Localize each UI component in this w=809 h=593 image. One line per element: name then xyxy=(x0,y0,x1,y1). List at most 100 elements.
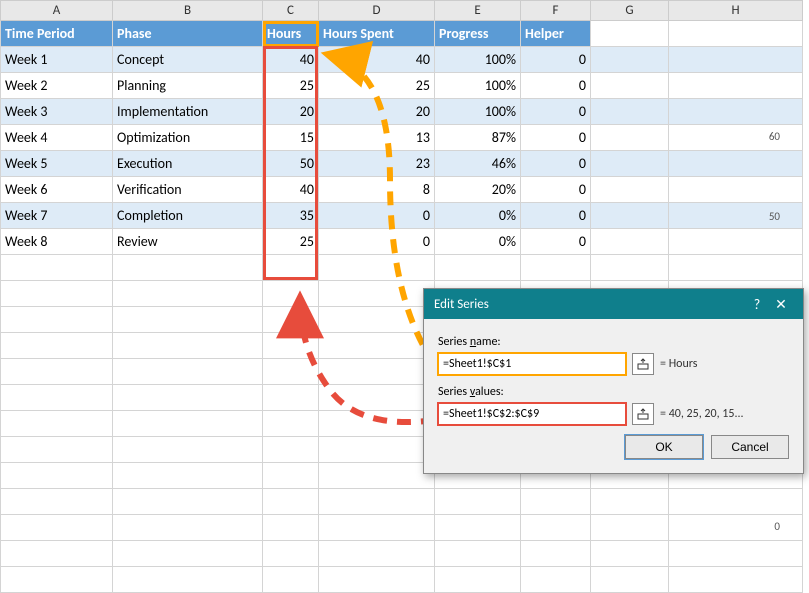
cell[interactable]: 20 xyxy=(263,99,319,125)
colhead-F[interactable]: F xyxy=(521,1,591,21)
hdr-helper[interactable]: Helper xyxy=(521,21,591,47)
cell[interactable]: Week 1 xyxy=(1,47,113,73)
cell[interactable]: Optimization xyxy=(113,125,263,151)
cell[interactable] xyxy=(591,203,669,229)
cell[interactable] xyxy=(319,515,435,541)
series-values-input[interactable] xyxy=(438,403,626,425)
cell[interactable]: 0 xyxy=(521,73,591,99)
cell[interactable] xyxy=(1,489,113,515)
hdr-progress[interactable]: Progress xyxy=(435,21,521,47)
cell[interactable]: 15 xyxy=(263,125,319,151)
cell[interactable]: Week 7 xyxy=(1,203,113,229)
cell[interactable] xyxy=(1,333,113,359)
range-picker-button[interactable] xyxy=(632,403,654,425)
cell[interactable] xyxy=(319,333,435,359)
cell[interactable] xyxy=(263,515,319,541)
cell[interactable] xyxy=(591,177,669,203)
cell[interactable] xyxy=(1,281,113,307)
cell[interactable]: 40 xyxy=(319,47,435,73)
range-picker-button[interactable] xyxy=(632,353,654,375)
cell[interactable] xyxy=(263,333,319,359)
cell[interactable]: Concept xyxy=(113,47,263,73)
cell[interactable] xyxy=(1,463,113,489)
cell-H1[interactable] xyxy=(669,21,803,47)
cell[interactable] xyxy=(263,359,319,385)
cell[interactable]: 40 xyxy=(263,177,319,203)
hdr-time-period[interactable]: Time Period xyxy=(1,21,113,47)
cell[interactable] xyxy=(113,281,263,307)
cell[interactable] xyxy=(1,567,113,593)
cell[interactable] xyxy=(113,359,263,385)
cell[interactable]: Execution xyxy=(113,151,263,177)
cell[interactable] xyxy=(591,73,669,99)
cell[interactable] xyxy=(319,489,435,515)
cell[interactable] xyxy=(1,385,113,411)
cell[interactable]: Review xyxy=(113,229,263,255)
cell[interactable]: 0 xyxy=(319,229,435,255)
cell[interactable] xyxy=(263,411,319,437)
cell[interactable]: 100% xyxy=(435,99,521,125)
cell[interactable] xyxy=(319,307,435,333)
series-name-input[interactable] xyxy=(438,353,626,375)
cell-G1[interactable] xyxy=(591,21,669,47)
cell[interactable]: 46% xyxy=(435,151,521,177)
hdr-hours-spent[interactable]: Hours Spent xyxy=(319,21,435,47)
cell[interactable] xyxy=(263,489,319,515)
cell[interactable] xyxy=(263,463,319,489)
cell[interactable] xyxy=(591,489,669,515)
cell[interactable] xyxy=(319,255,435,281)
cell[interactable] xyxy=(521,255,591,281)
close-button[interactable]: ✕ xyxy=(769,296,793,313)
cell[interactable] xyxy=(1,255,113,281)
cell[interactable] xyxy=(1,541,113,567)
cell[interactable]: 0 xyxy=(521,177,591,203)
ok-button[interactable]: OK xyxy=(625,435,703,459)
cell[interactable] xyxy=(319,541,435,567)
cell[interactable] xyxy=(435,515,521,541)
cell[interactable] xyxy=(521,515,591,541)
cell[interactable] xyxy=(1,307,113,333)
cell[interactable]: 25 xyxy=(263,73,319,99)
cell[interactable] xyxy=(591,515,669,541)
cell[interactable]: 20 xyxy=(319,99,435,125)
cell[interactable] xyxy=(591,255,669,281)
cell[interactable] xyxy=(319,463,435,489)
cell[interactable] xyxy=(113,541,263,567)
cell[interactable] xyxy=(521,489,591,515)
cancel-button[interactable]: Cancel xyxy=(711,435,789,459)
cell[interactable] xyxy=(1,411,113,437)
cell[interactable]: Verification xyxy=(113,177,263,203)
cell[interactable]: 0 xyxy=(521,203,591,229)
cell[interactable] xyxy=(113,255,263,281)
cell[interactable] xyxy=(435,489,521,515)
cell[interactable] xyxy=(435,567,521,593)
colhead-G[interactable]: G xyxy=(591,1,669,21)
cell[interactable]: 0% xyxy=(435,203,521,229)
cell[interactable]: Completion xyxy=(113,203,263,229)
cell[interactable] xyxy=(263,541,319,567)
cell[interactable] xyxy=(113,437,263,463)
cell[interactable] xyxy=(669,567,803,593)
cell[interactable] xyxy=(263,255,319,281)
cell[interactable]: 35 xyxy=(263,203,319,229)
cell[interactable]: 87% xyxy=(435,125,521,151)
cell[interactable] xyxy=(591,229,669,255)
cell[interactable] xyxy=(263,307,319,333)
cell[interactable] xyxy=(521,567,591,593)
cell[interactable]: 40 xyxy=(263,47,319,73)
cell[interactable] xyxy=(319,359,435,385)
cell[interactable]: 0 xyxy=(521,99,591,125)
cell[interactable]: Week 6 xyxy=(1,177,113,203)
cell[interactable] xyxy=(1,515,113,541)
cell[interactable] xyxy=(591,47,669,73)
colhead-E[interactable]: E xyxy=(435,1,521,21)
cell[interactable] xyxy=(591,151,669,177)
hdr-hours[interactable]: Hours xyxy=(263,21,319,47)
cell[interactable] xyxy=(113,333,263,359)
cell[interactable] xyxy=(1,437,113,463)
cell[interactable] xyxy=(591,567,669,593)
cell[interactable]: 0% xyxy=(435,229,521,255)
help-button[interactable]: ? xyxy=(745,296,769,313)
cell[interactable] xyxy=(263,567,319,593)
cell[interactable]: Week 5 xyxy=(1,151,113,177)
